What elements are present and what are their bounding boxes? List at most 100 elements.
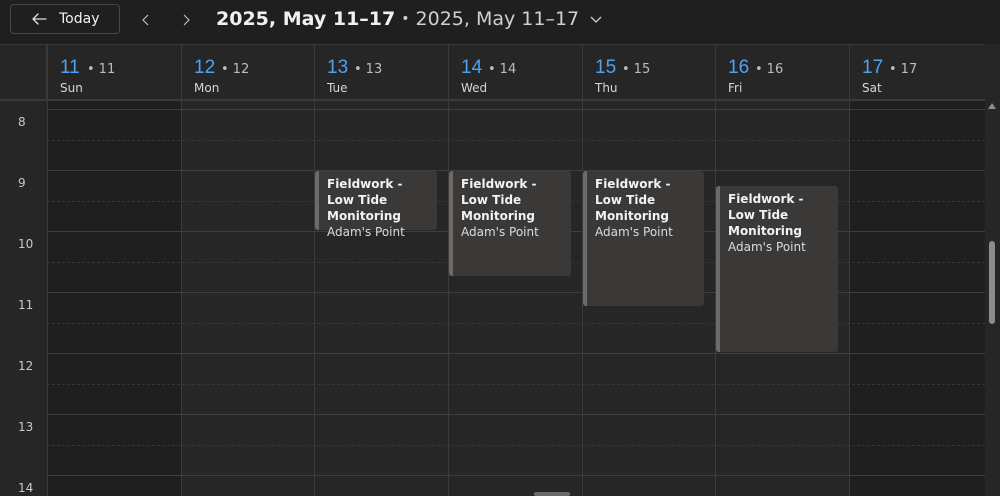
separator-dot-icon: • bbox=[488, 62, 496, 77]
day-name: Thu bbox=[595, 81, 618, 95]
hour-label: 14 bbox=[18, 481, 34, 495]
event-location: Adam's Point bbox=[327, 225, 405, 239]
column-divider bbox=[314, 101, 315, 496]
hour-line bbox=[47, 353, 985, 354]
day-number: 14 bbox=[461, 57, 483, 78]
calendar-event[interactable]: Fieldwork - Low Tide Monitoring Adam's Po… bbox=[716, 186, 838, 352]
hour-label: 11 bbox=[18, 298, 34, 312]
day-name: Sat bbox=[862, 81, 882, 95]
date-range-title: 2025, May 11–17 bbox=[216, 8, 396, 30]
chevron-left-icon bbox=[142, 14, 149, 26]
time-grid[interactable]: 8 9 10 11 12 13 14 Fieldwork - Low Tide Monitor… bbox=[0, 101, 985, 496]
previous-week-button[interactable] bbox=[134, 8, 158, 32]
vertical-scrollbar[interactable] bbox=[985, 101, 1000, 496]
day-header-fri[interactable]: 16 • 16 Fri bbox=[715, 45, 849, 100]
calendar-event[interactable]: Fieldwork - Low Tide Monitoring Adam's Po… bbox=[449, 171, 571, 276]
day-name: Mon bbox=[194, 81, 220, 95]
day-name: Fri bbox=[728, 81, 743, 95]
day-alt-number: • 12 bbox=[221, 62, 249, 77]
day-header-wed[interactable]: 14 • 14 Wed bbox=[448, 45, 582, 100]
today-label: Today bbox=[59, 11, 100, 27]
day-header-sat[interactable]: 17 • 17 Sat bbox=[849, 45, 985, 100]
arrow-left-icon bbox=[32, 13, 47, 25]
event-title: Fieldwork - Low Tide Monitoring bbox=[461, 177, 537, 223]
day-header-mon[interactable]: 12 • 12 Mon bbox=[181, 45, 314, 100]
event-location: Adam's Point bbox=[595, 225, 673, 239]
day-number: 15 bbox=[595, 57, 617, 78]
separator-dot-icon: • bbox=[354, 62, 362, 77]
day-alt-number: • 13 bbox=[354, 62, 382, 77]
separator-dot-icon: • bbox=[755, 62, 763, 77]
separator-dot-icon: • bbox=[87, 62, 95, 77]
event-location: Adam's Point bbox=[461, 225, 539, 239]
horizontal-scroll-indicator[interactable] bbox=[534, 492, 570, 496]
day-column-sun[interactable] bbox=[47, 101, 181, 496]
day-number: 17 bbox=[862, 57, 884, 78]
next-week-button[interactable] bbox=[174, 8, 198, 32]
half-hour-line bbox=[47, 140, 985, 141]
separator-dot-icon: • bbox=[889, 62, 897, 77]
day-alt-number: • 17 bbox=[889, 62, 917, 77]
scroll-up-arrow-icon[interactable] bbox=[988, 103, 996, 109]
event-title: Fieldwork - Low Tide Monitoring bbox=[728, 192, 804, 239]
hour-line bbox=[47, 109, 985, 110]
scrollbar-thumb[interactable] bbox=[989, 241, 995, 324]
hour-line bbox=[47, 475, 985, 476]
day-number: 13 bbox=[327, 57, 349, 78]
day-header-sun[interactable]: 11 • 11 Sun bbox=[47, 45, 181, 100]
day-column-tue[interactable] bbox=[314, 101, 448, 496]
day-number: 12 bbox=[194, 57, 216, 78]
hour-label: 8 bbox=[18, 115, 26, 129]
half-hour-line bbox=[47, 323, 985, 324]
day-header-tue[interactable]: 13 • 13 Tue bbox=[314, 45, 448, 100]
calendar-toolbar: Today 2025, May 11–17 • 2025, May 11–17 bbox=[0, 0, 1000, 44]
calendar-event[interactable]: Fieldwork - Low Tide Monitoring Adam's Po… bbox=[315, 171, 437, 239]
day-alt-value: 15 bbox=[633, 62, 651, 77]
event-location: Adam's Point bbox=[728, 240, 806, 255]
day-column-mon[interactable] bbox=[181, 101, 314, 496]
column-divider bbox=[849, 101, 850, 496]
day-column-wed[interactable] bbox=[448, 101, 582, 496]
day-name: Tue bbox=[327, 81, 348, 95]
day-header-thu[interactable]: 15 • 15 Thu bbox=[582, 45, 715, 100]
hour-line bbox=[47, 292, 985, 293]
day-column-sat[interactable] bbox=[849, 101, 985, 496]
day-alt-number: • 15 bbox=[622, 62, 650, 77]
hour-label: 13 bbox=[18, 420, 34, 434]
day-alt-value: 14 bbox=[499, 62, 517, 77]
day-alt-value: 16 bbox=[766, 62, 784, 77]
day-number: 16 bbox=[728, 57, 750, 78]
separator-dot-icon: • bbox=[622, 62, 630, 77]
column-divider bbox=[181, 101, 182, 496]
column-divider bbox=[47, 101, 48, 496]
event-title: Fieldwork - Low Tide Monitoring bbox=[327, 177, 403, 223]
date-range-picker[interactable]: 2025, May 11–17 • 2025, May 11–17 bbox=[216, 6, 603, 32]
day-alt-number: • 11 bbox=[87, 62, 115, 77]
hour-line bbox=[47, 414, 985, 415]
date-range-alt: 2025, May 11–17 bbox=[415, 8, 580, 30]
day-alt-number: • 14 bbox=[488, 62, 516, 77]
column-divider bbox=[448, 101, 449, 496]
half-hour-line bbox=[47, 384, 985, 385]
event-title: Fieldwork - Low Tide Monitoring bbox=[595, 177, 671, 223]
day-alt-value: 12 bbox=[232, 62, 250, 77]
day-name: Sun bbox=[60, 81, 83, 95]
half-hour-line bbox=[47, 445, 985, 446]
header-corner bbox=[0, 45, 47, 100]
day-alt-value: 13 bbox=[365, 62, 383, 77]
date-range-separator: • bbox=[401, 11, 410, 27]
hour-label: 9 bbox=[18, 176, 26, 190]
day-alt-value: 17 bbox=[900, 62, 918, 77]
day-name: Wed bbox=[461, 81, 488, 95]
day-alt-number: • 16 bbox=[755, 62, 783, 77]
chevron-right-icon bbox=[183, 14, 190, 26]
day-header-row: 11 • 11 Sun 12 • 12 Mon 13 • 13 Tue 14 • 14 Wed 15 • 15 Thu… bbox=[0, 44, 985, 100]
hour-label: 12 bbox=[18, 359, 34, 373]
today-button[interactable]: Today bbox=[10, 4, 120, 34]
day-alt-value: 11 bbox=[98, 62, 116, 77]
separator-dot-icon: • bbox=[221, 62, 229, 77]
day-number: 11 bbox=[60, 57, 80, 78]
hour-label: 10 bbox=[18, 237, 34, 251]
chevron-down-icon bbox=[590, 16, 602, 23]
calendar-event[interactable]: Fieldwork - Low Tide Monitoring Adam's Po… bbox=[583, 171, 704, 307]
